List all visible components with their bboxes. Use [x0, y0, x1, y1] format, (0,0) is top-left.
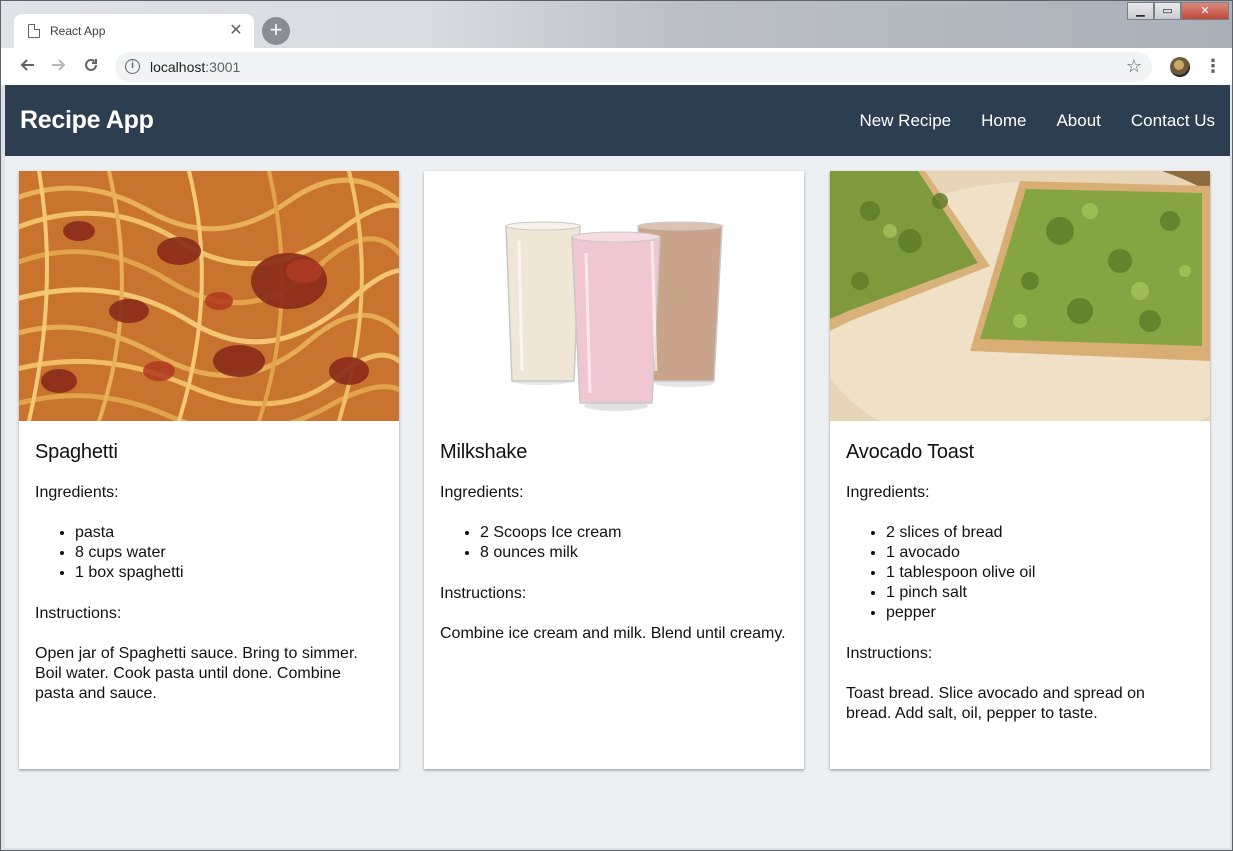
url-host: localhost [150, 58, 206, 75]
maximize-button[interactable]: ▭ [1154, 2, 1181, 20]
site-info-icon[interactable]: i [125, 59, 140, 74]
ingredient-item: 1 pinch salt [886, 583, 1194, 603]
browser-window: React App ✕ + ▁ ▭ ✕ i localhost:3001 ☆ ⋮… [0, 0, 1233, 851]
instructions-heading: Instructions: [440, 585, 527, 602]
nav-new-recipe[interactable]: New Recipe [859, 111, 951, 131]
tab-title: React App [50, 24, 106, 38]
nav-contact-us[interactable]: Contact Us [1131, 111, 1215, 131]
app-navbar: Recipe App New Recipe Home About Contact… [5, 85, 1230, 156]
instructions-text: Toast bread. Slice avocado and spread on… [846, 685, 1145, 722]
window-controls: ▁ ▭ ✕ [1127, 2, 1229, 20]
ingredients-list: 2 slices of bread 1 avocado 1 tablespoon… [886, 523, 1194, 623]
ingredient-item: 2 Scoops Ice cream [480, 523, 788, 543]
recipe-card-avocado-toast: Avocado Toast Ingredients: 2 slices of b… [830, 171, 1210, 769]
window-close-button[interactable]: ✕ [1181, 2, 1229, 20]
recipe-card-spaghetti: Spaghetti Ingredients: pasta 8 cups wate… [19, 171, 399, 769]
app-brand[interactable]: Recipe App [20, 106, 154, 135]
ingredients-heading: Ingredients: [35, 484, 119, 501]
bookmark-star-icon[interactable]: ☆ [1126, 56, 1142, 77]
recipe-card-milkshake: Milkshake Ingredients: 2 Scoops Ice crea… [424, 171, 804, 769]
tab-close-icon[interactable]: ✕ [228, 23, 244, 39]
recipe-title: Spaghetti [35, 441, 118, 463]
ingredient-item: 8 cups water [75, 543, 383, 563]
profile-avatar[interactable] [1170, 56, 1190, 77]
new-tab-button[interactable]: + [262, 17, 290, 45]
avocado-toast-image [830, 171, 1210, 421]
instructions-text: Combine ice cream and milk. Blend until … [440, 625, 786, 642]
recipe-title: Avocado Toast [846, 441, 974, 463]
ingredient-item: 2 slices of bread [886, 523, 1194, 543]
instructions-text: Open jar of Spaghetti sauce. Bring to si… [35, 645, 358, 702]
browser-menu-icon[interactable]: ⋮ [1204, 56, 1222, 77]
ingredient-item: pasta [75, 523, 383, 543]
ingredients-heading: Ingredients: [440, 484, 524, 501]
title-bar: React App ✕ + ▁ ▭ ✕ [1, 1, 1232, 48]
nav-home[interactable]: Home [981, 111, 1026, 131]
address-bar[interactable]: i localhost:3001 ☆ [115, 51, 1152, 82]
ingredient-item: 1 box spaghetti [75, 563, 383, 583]
nav-about[interactable]: About [1056, 111, 1100, 131]
ingredient-item: 1 avocado [886, 543, 1194, 563]
ingredient-item: 1 tablespoon olive oil [886, 563, 1194, 583]
spaghetti-image [19, 171, 399, 421]
url-port: :3001 [205, 58, 241, 75]
recipe-title: Milkshake [440, 441, 528, 463]
ingredients-heading: Ingredients: [846, 484, 930, 501]
page-viewport: Recipe App New Recipe Home About Contact… [5, 85, 1230, 848]
instructions-heading: Instructions: [35, 605, 122, 622]
reload-icon[interactable] [75, 51, 107, 83]
browser-tab[interactable]: React App ✕ [14, 14, 254, 48]
minimize-button[interactable]: ▁ [1127, 2, 1154, 20]
ingredients-list: 2 Scoops Ice cream 8 ounces milk [480, 523, 788, 563]
back-arrow-icon[interactable] [11, 51, 43, 83]
ingredient-item: 8 ounces milk [480, 543, 788, 563]
page-icon [28, 24, 40, 38]
ingredients-list: pasta 8 cups water 1 box spaghetti [75, 523, 383, 583]
browser-toolbar: i localhost:3001 ☆ ⋮ [1, 48, 1232, 85]
nav-links: New Recipe Home About Contact Us [829, 111, 1215, 131]
instructions-heading: Instructions: [846, 645, 933, 662]
url-text: localhost:3001 [150, 59, 240, 75]
forward-arrow-icon[interactable] [43, 51, 75, 83]
milkshake-image [424, 171, 804, 421]
ingredient-item: pepper [886, 603, 1194, 623]
